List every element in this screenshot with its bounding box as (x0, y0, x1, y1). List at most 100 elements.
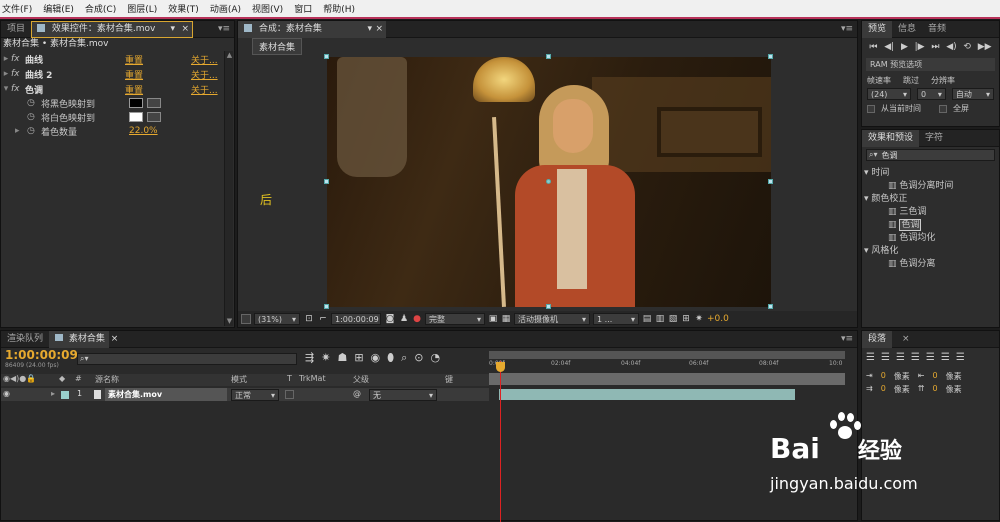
graph-editor-icon[interactable]: ⌕ (401, 351, 407, 365)
tree-effect-tint[interactable]: ▥ 色调 (888, 217, 922, 231)
cti-head-icon[interactable] (496, 362, 505, 372)
tab-composition[interactable]: 合成：素材合集 ▾ × (238, 20, 386, 38)
menu-animation[interactable]: 动画(A) (208, 2, 241, 15)
reset-link[interactable]: 重置 (125, 68, 191, 81)
transparency-grid-icon[interactable]: ▦ (501, 314, 511, 324)
expand-arrow-icon[interactable]: ▸ (1, 69, 11, 79)
ram-preview-icon[interactable]: ▶▶ (978, 42, 992, 52)
play-icon[interactable]: ▶ (901, 42, 908, 52)
justify-center-icon[interactable]: ☰ (926, 352, 935, 363)
justify-all-icon[interactable]: ☰ (956, 352, 965, 363)
work-area-range[interactable] (489, 373, 845, 385)
visibility-icon[interactable]: ◉ (3, 389, 10, 398)
mask-icon[interactable]: ⌐ (318, 314, 328, 324)
tree-effect-tritone[interactable]: ▥ 三色调 (888, 204, 926, 217)
transform-handle[interactable] (324, 304, 329, 309)
pickwhip-icon[interactable]: @ (353, 389, 361, 398)
transform-handle[interactable] (546, 54, 551, 59)
tab-effects-presets[interactable]: 效果和预设 (862, 129, 920, 147)
layer-row[interactable]: ◉ ▸ 1 素材合集.mov 正常 ▾ @ 无 ▾ (1, 388, 489, 401)
color-channel-icon[interactable]: ● (412, 314, 422, 324)
scroll-down-icon[interactable]: ▼ (225, 317, 234, 326)
menu-effect[interactable]: 效果(T) (166, 2, 199, 15)
region-icon[interactable]: ▣ (488, 314, 498, 324)
exposure-value[interactable]: +0.0 (707, 314, 729, 324)
close-icon[interactable]: × (111, 334, 119, 344)
comp-sub-tab[interactable]: 素材合集 (252, 38, 303, 55)
fit-icon[interactable]: ⊡ (303, 314, 315, 324)
expand-arrow-icon[interactable]: ▸ (1, 54, 11, 64)
preview-res-dropdown[interactable]: 自动 ▾ (951, 88, 994, 100)
auto-keyframe-icon[interactable]: ⊙ (414, 351, 423, 365)
motion-blur-icon[interactable]: ◉ (371, 351, 381, 365)
effect-row-curves[interactable]: ▸ fx 曲线 重置 关于... (1, 52, 234, 66)
lock-icon[interactable] (37, 24, 46, 32)
menu-window[interactable]: 窗口 (292, 2, 312, 15)
transform-handle[interactable] (324, 54, 329, 59)
effects-search[interactable]: ⌕▾ 色调 (866, 149, 995, 161)
views-dropdown[interactable]: 1 ... ▾ (593, 313, 639, 325)
stopwatch-icon[interactable]: ◷ (27, 126, 41, 136)
fx-icon[interactable]: fx (11, 54, 25, 64)
menu-layer[interactable]: 图层(L) (125, 2, 157, 15)
stopwatch-icon[interactable]: ◷ (27, 112, 41, 122)
tab-info[interactable]: 信息 (892, 21, 922, 38)
resolution-dropdown[interactable]: 完整 ▾ (425, 313, 485, 325)
from-current-checkbox[interactable] (867, 104, 875, 113)
effect-panel-scrollbar[interactable]: ▲ ▼ (224, 51, 233, 326)
tree-category-time[interactable]: ▾ 时间 (864, 165, 889, 178)
reset-link[interactable]: 重置 (125, 83, 191, 96)
prev-frame-icon[interactable]: ◀| (884, 42, 894, 52)
layer-duration-bar[interactable] (499, 389, 795, 400)
tab-timeline-comp[interactable]: 素材合集 × (49, 330, 118, 348)
tab-audio[interactable]: 音频 (922, 21, 952, 38)
tree-effect-posterize-time[interactable]: ▥ 色调分离时间 (888, 178, 953, 191)
menu-file[interactable]: 文件(F) (0, 2, 32, 15)
always-preview-icon[interactable] (241, 314, 251, 324)
eyedropper-icon[interactable] (147, 112, 161, 122)
eyedropper-icon[interactable] (147, 98, 161, 108)
fx-icon[interactable]: fx (11, 69, 25, 79)
tab-dropdown-icon[interactable]: ▾ (367, 21, 372, 38)
tab-project[interactable]: 项目 (1, 21, 31, 38)
first-line-value[interactable]: 0 (881, 384, 886, 395)
effect-row-curves-2[interactable]: ▸ fx 曲线 2 重置 关于... (1, 67, 234, 81)
tab-characters[interactable]: 字符 (919, 130, 949, 147)
timeline-timecode[interactable]: 1:00:00:09 (5, 348, 78, 362)
white-color-swatch[interactable] (129, 112, 143, 122)
stopwatch-icon[interactable]: ◷ (27, 98, 41, 108)
tab-preview[interactable]: 预览 (862, 20, 893, 38)
col-source-name[interactable]: 源名称 (95, 374, 119, 385)
align-right-icon[interactable]: ☰ (896, 352, 905, 363)
panel-menu-icon[interactable]: ▾≡ (841, 24, 853, 34)
current-time-indicator[interactable] (500, 361, 501, 522)
transform-handle[interactable] (768, 179, 773, 184)
transform-handle[interactable] (324, 179, 329, 184)
justify-left-icon[interactable]: ☰ (911, 352, 920, 363)
layer-search[interactable]: ⌕▾ (77, 353, 297, 365)
amount-value[interactable]: 22.0% (129, 126, 158, 136)
tree-category-stylize[interactable]: ▾ 风格化 (864, 243, 898, 256)
loop-icon[interactable]: ⟲ (963, 42, 971, 52)
tab-render-queue[interactable]: 渲染队列 (1, 331, 49, 348)
about-link[interactable]: 关于... (191, 53, 218, 66)
skip-dropdown[interactable]: 0 ▾ (917, 88, 946, 100)
reset-link[interactable]: 重置 (125, 53, 191, 66)
collapse-arrow-icon[interactable]: ▾ (1, 84, 11, 94)
search-icon[interactable]: ⌕▾ (80, 354, 89, 363)
shy-icon[interactable]: ☗ (337, 351, 347, 365)
tab-effect-controls[interactable]: 效果控件：素材合集.mov ▾ × (31, 20, 194, 38)
brainstorm-icon[interactable]: ⬮ (387, 351, 394, 365)
menu-composition[interactable]: 合成(C) (83, 2, 116, 15)
toggle-pixel-icon[interactable]: ▤ (642, 314, 652, 324)
transform-handle[interactable] (546, 304, 551, 309)
camera-dropdown[interactable]: 活动摄像机 ▾ (514, 313, 590, 325)
camera-snapshot-icon[interactable]: ◙ (384, 314, 396, 324)
anchor-point[interactable] (546, 179, 551, 184)
panel-menu-icon[interactable]: ▾≡ (218, 24, 230, 34)
scroll-up-icon[interactable]: ▲ (225, 51, 234, 60)
close-icon[interactable]: × (375, 21, 383, 38)
zoom-dropdown[interactable]: (31%) ▾ (254, 313, 300, 325)
panel-menu-icon[interactable]: ▾≡ (841, 334, 853, 344)
ram-preview-options-label[interactable]: RAM 预览选项 (866, 58, 995, 71)
